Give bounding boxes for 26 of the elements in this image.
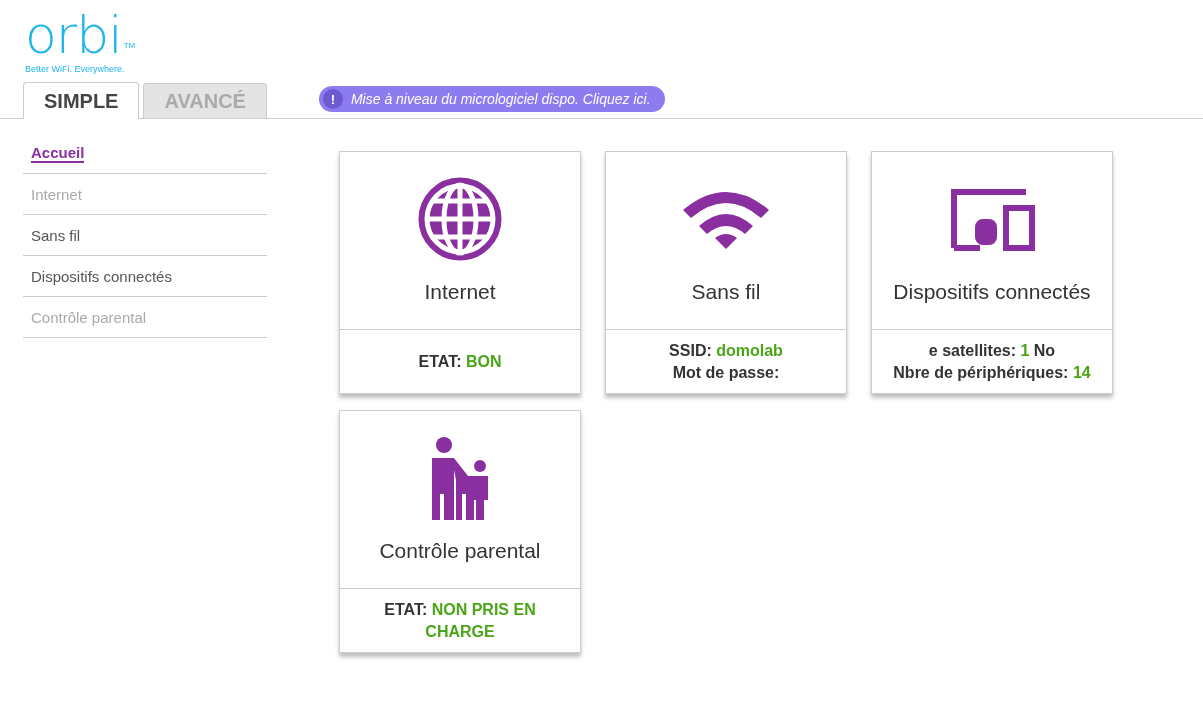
card-status: SSID: domolab [669,340,783,361]
card-status: ETAT: BON [418,351,502,372]
dashboard-card[interactable]: Dispositifs connectés e satellites: 1 No Nbre de périphériques: 14 [871,151,1113,394]
card-status: ETAT: NON PRIS EN CHARGE [383,599,537,642]
logo-tagline: Better WiFi. Everywhere. [25,64,126,74]
trademark: TM [123,41,136,50]
card-status: e satellites: 1 No [928,340,1056,361]
card-status: Nbre de périphériques: 14 [893,362,1091,383]
sidebar-item[interactable]: Accueil [31,143,85,163]
dashboard-card[interactable]: Sans fil SSID: domolab Mot de passe: [605,151,847,394]
card-title: Dispositifs connectés [893,280,1091,304]
devices-icon [948,186,1036,252]
card-title: Contrôle parental [379,539,541,563]
alert-icon: ! [322,89,343,109]
card-status: Mot de passe: [672,362,780,383]
sidebar-item[interactable]: Dispositifs connectés [31,267,172,285]
mode-tab[interactable]: SIMPLE [23,82,140,119]
banner-text: Mise à niveau du micrologiciel dispo. Cliquez ici. [350,91,651,107]
orbi-logo: orbi [25,10,122,60]
card-title: Sans fil [691,280,761,304]
card-title: Internet [424,280,496,304]
globe-icon [417,176,503,262]
dashboard-card[interactable]: Internet ETAT: BON [339,151,581,394]
sidebar-item[interactable]: Sans fil [31,226,81,244]
firmware-update-banner[interactable]: ! Mise à niveau du micrologiciel dispo. Cliquez ici. [318,86,665,112]
dashboard-card[interactable]: Contrôle parental ETAT: NON PRIS EN CHARGE [339,410,581,653]
